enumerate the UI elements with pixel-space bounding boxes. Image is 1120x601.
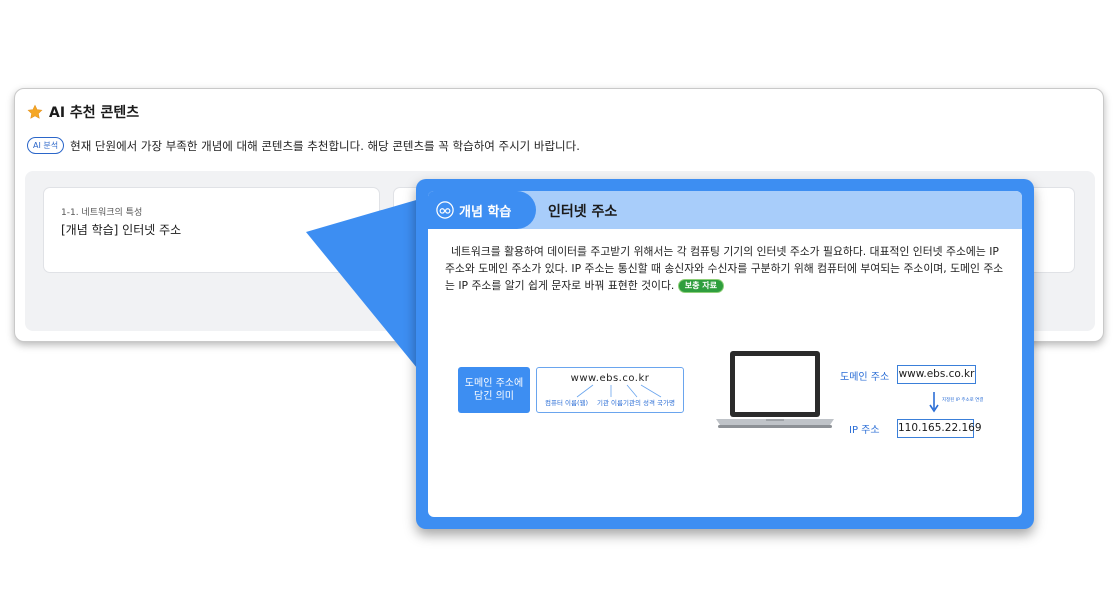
recommend-header: AI 추천 콘텐츠 bbox=[27, 102, 139, 122]
recommend-description: 현재 단원에서 가장 부족한 개념에 대해 콘텐츠를 추천합니다. 해당 콘텐츠… bbox=[70, 138, 580, 153]
url-part-country: 국가명 bbox=[657, 399, 675, 407]
concept-body-text: 네트워크를 활용하여 데이터를 주고받기 위해서는 각 컴퓨팅 기기의 인터넷 … bbox=[445, 245, 1004, 292]
url-part-org-type: 기관의 성격 bbox=[623, 399, 655, 407]
content-card[interactable]: 1-1. 네트워크의 특성 [개념 학습] 인터넷 주소 bbox=[43, 187, 380, 273]
url-breakdown-box: www.ebs.co.kr 컴퓨터 이름(웹) 기관 이름 기관의 성격 국가명 bbox=[536, 367, 684, 413]
star-icon bbox=[27, 104, 43, 119]
card-title: [개념 학습] 인터넷 주소 bbox=[61, 223, 182, 237]
ip-address-value: 110.165.22.169 bbox=[897, 419, 982, 438]
recommend-title: AI 추천 콘텐츠 bbox=[49, 105, 140, 121]
extra-material-button[interactable]: 보충 자료 bbox=[677, 279, 724, 293]
recommend-description-row: AI 분석 현재 단원에서 가장 부족한 개념에 대해 콘텐츠를 추천합니다. … bbox=[27, 137, 580, 154]
linked-ip-note: 지정된 IP 주소로 연결 bbox=[942, 398, 984, 403]
ai-analysis-badge: AI 분석 bbox=[27, 137, 65, 154]
popup-title: 인터넷 주소 bbox=[548, 204, 618, 220]
glasses-icon bbox=[436, 201, 454, 219]
url-part-computer: 컴퓨터 이름(웹) bbox=[545, 399, 589, 407]
meaning-line-1: 도메인 주소에 bbox=[464, 378, 524, 389]
laptop-icon bbox=[716, 351, 834, 428]
concept-popup: 개념 학습 인터넷 주소 네트워크를 활용하여 데이터를 주고받기 위해서는 각… bbox=[416, 179, 1034, 529]
concept-learning-tag: 개념 학습 bbox=[428, 191, 536, 229]
meaning-line-2: 담긴 의미 bbox=[474, 391, 514, 402]
url-text: www.ebs.co.kr bbox=[570, 373, 650, 384]
domain-address-label: 도메인 주소 bbox=[840, 372, 890, 383]
card-section: 1-1. 네트워크의 특성 bbox=[61, 208, 143, 218]
ip-address-label: IP 주소 bbox=[849, 425, 880, 436]
url-part-org-name: 기관 이름 bbox=[597, 399, 623, 407]
domain-meaning-box: 도메인 주소에 담긴 의미 bbox=[458, 367, 530, 413]
popup-header: 개념 학습 인터넷 주소 bbox=[428, 191, 1022, 229]
concept-learning-label: 개념 학습 bbox=[459, 204, 512, 220]
down-arrow-icon bbox=[929, 392, 939, 413]
concept-body: 네트워크를 활용하여 데이터를 주고받기 위해서는 각 컴퓨팅 기기의 인터넷 … bbox=[445, 243, 1011, 294]
domain-address-value: www.ebs.co.kr bbox=[897, 365, 976, 384]
popup-content: 개념 학습 인터넷 주소 네트워크를 활용하여 데이터를 주고받기 위해서는 각… bbox=[428, 191, 1022, 517]
